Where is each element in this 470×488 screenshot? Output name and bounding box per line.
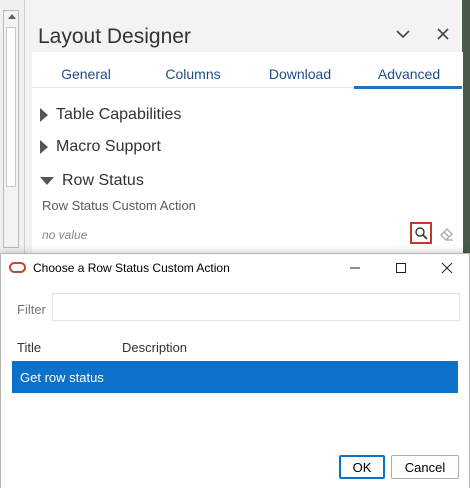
tab-columns[interactable]: Columns	[158, 66, 228, 82]
minimize-icon[interactable]	[345, 258, 365, 278]
oracle-logo-icon	[9, 262, 26, 273]
maximize-icon[interactable]	[391, 258, 411, 278]
section-table-capabilities[interactable]: Table Capabilities	[40, 106, 181, 124]
row-status-action-value: no value	[42, 228, 88, 242]
expand-triangle-icon	[40, 107, 48, 122]
section-label: Row Status	[62, 172, 144, 189]
ok-button[interactable]: OK	[339, 455, 385, 479]
row-title: Get row status	[20, 370, 104, 385]
custom-action-dialog: Choose a Row Status Custom Action Filter…	[0, 253, 470, 488]
eraser-icon[interactable]	[438, 224, 456, 242]
column-header-title: Title	[17, 340, 42, 355]
table-row[interactable]: Get row status	[12, 361, 458, 393]
designer-header: Layout Designer	[25, 0, 462, 52]
close-icon[interactable]	[433, 24, 453, 44]
tab-general[interactable]: General	[56, 66, 116, 82]
section-macro-support[interactable]: Macro Support	[40, 138, 161, 156]
section-label: Macro Support	[56, 138, 161, 155]
dialog-body: Filter Title Description Get row status …	[1, 282, 469, 488]
search-button[interactable]	[410, 222, 432, 244]
layout-designer-panel: Layout Designer General Columns Download…	[24, 0, 463, 260]
expand-triangle-icon	[40, 139, 48, 154]
section-label: Table Capabilities	[56, 106, 182, 123]
close-icon[interactable]	[437, 258, 457, 278]
active-tab-indicator	[354, 86, 462, 89]
dialog-title: Choose a Row Status Custom Action	[33, 261, 230, 275]
tab-advanced[interactable]: Advanced	[354, 66, 464, 88]
tab-download[interactable]: Download	[260, 66, 340, 82]
designer-body: General Columns Download Advanced Table …	[32, 52, 463, 260]
tab-bar: General Columns Download Advanced	[32, 52, 464, 89]
cancel-button[interactable]: Cancel	[391, 455, 459, 479]
search-icon	[415, 227, 428, 240]
filter-label: Filter	[17, 302, 46, 317]
scrollbar-thumb[interactable]	[6, 27, 16, 187]
scroll-up-arrow-icon[interactable]	[8, 14, 16, 19]
vertical-scrollbar[interactable]	[3, 10, 19, 248]
chevron-down-icon[interactable]	[393, 24, 413, 44]
background-edge	[462, 0, 470, 260]
section-row-status[interactable]: Row Status	[40, 172, 144, 190]
designer-title: Layout Designer	[38, 25, 191, 48]
column-header-description: Description	[122, 340, 188, 355]
collapse-triangle-icon	[40, 176, 54, 185]
dialog-titlebar[interactable]: Choose a Row Status Custom Action	[1, 254, 469, 282]
filter-input[interactable]	[52, 293, 460, 321]
row-status-action-label: Row Status Custom Action	[42, 198, 196, 213]
